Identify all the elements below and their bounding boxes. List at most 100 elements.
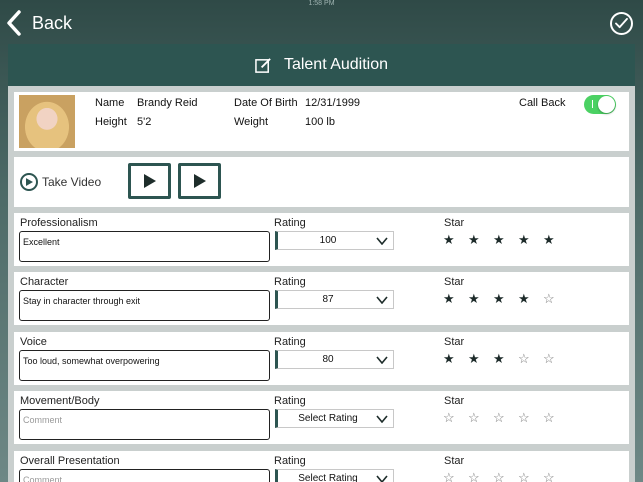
star-label: Star [444,395,465,407]
page-title: Talent Audition [283,56,389,73]
play-icon [143,174,156,188]
weight-label: Weight [234,116,269,128]
chevron-down-icon [376,296,388,304]
rating-value: 80 [322,354,334,365]
criterion-card: Movement/Body Comment Rating Select Rating S… [14,391,629,444]
video-card: Take Video [14,157,629,207]
comment-field[interactable]: Comment [19,409,270,440]
star-filled-icon[interactable]: ★ [443,291,468,307]
star-empty-icon[interactable]: ☆ [468,470,493,482]
done-button[interactable] [610,12,633,35]
comment-placeholder: Comment [23,415,63,425]
name-label: Name [95,97,125,109]
star-rating[interactable]: ☆ ☆ ☆ ☆ ☆ [443,410,568,426]
rating-label: Rating [274,217,306,229]
star-filled-icon[interactable]: ★ [468,232,493,248]
rating-select[interactable]: Select Rating [275,469,394,482]
rating-select[interactable]: 87 [275,290,394,309]
chevron-left-icon [7,10,21,36]
comment-field[interactable]: Comment [19,469,270,482]
avatar [19,95,75,148]
star-empty-icon[interactable]: ☆ [443,410,468,426]
rating-select[interactable]: 100 [275,231,394,250]
rating-value: Select Rating [298,413,358,424]
chevron-down-icon [376,475,388,482]
criterion-name: Overall Presentation [20,455,120,467]
criterion-name: Character [20,276,69,288]
star-empty-icon[interactable]: ☆ [468,410,493,426]
profile-card: Name Brandy Reid Height 5'2 Date Of Birt… [14,92,629,151]
audition-panel: Talent Audition Name Brandy Reid Height … [8,44,635,482]
height-value: 5'2 [137,116,152,128]
criterion-name: Voice [20,336,47,348]
star-label: Star [444,336,465,348]
chevron-down-icon [376,356,388,364]
height-label: Height [95,116,127,128]
star-filled-icon[interactable]: ★ [468,351,493,367]
rating-value: 100 [319,235,337,246]
star-label: Star [444,276,465,288]
chevron-down-icon [376,237,388,245]
criterion-card: Professionalism Excellent Rating 100 Star ★ ★ ★… [14,213,629,266]
star-filled-icon[interactable]: ★ [468,291,493,307]
comment-text: Excellent [23,237,60,247]
top-navigation-bar: Back [0,0,643,44]
star-empty-icon[interactable]: ☆ [493,410,518,426]
star-empty-icon[interactable]: ☆ [518,410,543,426]
weight-value: 100 lb [305,116,335,128]
comment-field[interactable]: Too loud, somewhat overpowering [19,350,270,381]
criterion-card: Overall Presentation Comment Rating Select … [14,451,629,482]
star-empty-icon[interactable]: ☆ [518,351,543,367]
star-empty-icon[interactable]: ☆ [543,470,568,482]
name-value: Brandy Reid [137,97,198,109]
rating-value: Select Rating [298,473,358,482]
rating-label: Rating [274,395,306,407]
call-back-toggle[interactable] [584,95,616,114]
play-icon [193,174,206,188]
star-rating[interactable]: ★ ★ ★ ★ ☆ [443,291,568,307]
dob-value: 12/31/1999 [305,97,361,109]
star-rating[interactable]: ☆ ☆ ☆ ☆ ☆ [443,470,568,482]
back-button[interactable]: Back [6,9,72,37]
comment-field[interactable]: Excellent [19,231,270,262]
rating-value: 87 [322,294,334,305]
rating-label: Rating [274,276,306,288]
star-empty-icon[interactable]: ☆ [543,410,568,426]
criterion-card: Character Stay in character through exit R… [14,272,629,325]
checkmark-icon [615,18,628,29]
star-filled-icon[interactable]: ★ [443,351,468,367]
star-label: Star [444,455,465,467]
star-rating[interactable]: ★ ★ ★ ★ ★ [443,232,568,248]
panel-header: Talent Audition [8,44,635,86]
star-filled-icon[interactable]: ★ [493,291,518,307]
star-rating[interactable]: ★ ★ ★ ☆ ☆ [443,351,568,367]
call-back-label: Call Back [519,97,566,109]
star-filled-icon[interactable]: ★ [543,232,568,248]
play-video-2-button[interactable] [178,163,221,199]
comment-field[interactable]: Stay in character through exit [19,290,270,321]
star-empty-icon[interactable]: ☆ [543,351,568,367]
comment-text: Stay in character through exit [23,296,141,306]
comment-placeholder: Comment [23,475,63,482]
take-video-button[interactable]: Take Video [20,173,101,191]
star-filled-icon[interactable]: ★ [493,232,518,248]
back-label: Back [32,12,73,33]
comment-text: Too loud, somewhat overpowering [23,356,160,366]
toggle-knob [598,96,615,113]
play-video-1-button[interactable] [128,163,171,199]
chevron-down-icon [376,415,388,423]
rating-select[interactable]: 80 [275,350,394,369]
star-filled-icon[interactable]: ★ [518,291,543,307]
star-empty-icon[interactable]: ☆ [543,291,568,307]
star-empty-icon[interactable]: ☆ [518,470,543,482]
rating-label: Rating [274,336,306,348]
star-filled-icon[interactable]: ★ [443,232,468,248]
rating-select[interactable]: Select Rating [275,409,394,428]
star-filled-icon[interactable]: ★ [493,351,518,367]
criterion-name: Professionalism [20,217,98,229]
star-filled-icon[interactable]: ★ [518,232,543,248]
rating-label: Rating [274,455,306,467]
play-circle-icon [20,173,38,191]
star-empty-icon[interactable]: ☆ [493,470,518,482]
star-empty-icon[interactable]: ☆ [443,470,468,482]
